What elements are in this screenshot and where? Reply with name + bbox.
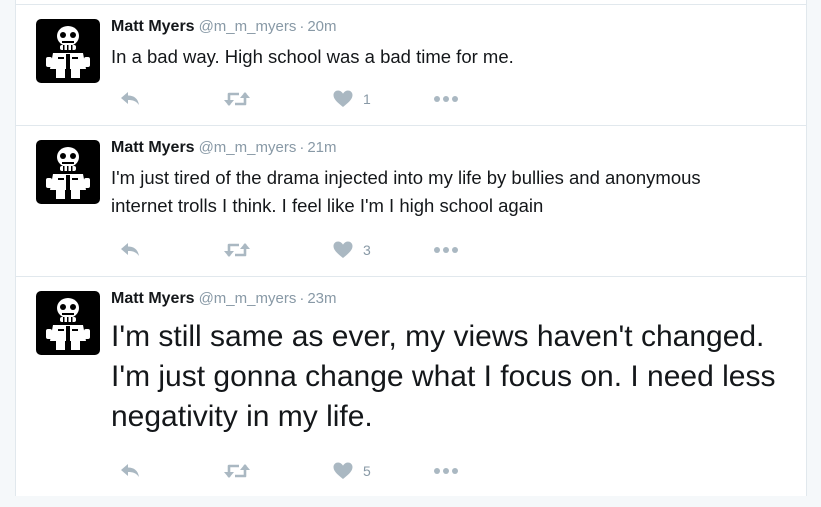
more-button[interactable] — [433, 238, 459, 262]
separator: · — [299, 139, 305, 156]
author-handle[interactable]: @m_m_myers — [199, 139, 297, 156]
tweet[interactable]: Matt Myers @m_m_myers · 20m In a bad way. H… — [16, 5, 806, 126]
tweet-header: Matt Myers @m_m_myers · 20m — [111, 17, 337, 37]
reply-icon — [121, 464, 139, 477]
timestamp[interactable]: 23m — [307, 290, 336, 307]
timeline: Matt Myers @m_m_myers · 20m In a bad way. H… — [15, 0, 807, 496]
tweet-text: I'm just tired of the drama injected int… — [111, 167, 701, 216]
like-button[interactable]: 3 — [333, 238, 371, 262]
retweet-button[interactable] — [223, 87, 251, 111]
tweet-header: Matt Myers @m_m_myers · 23m — [111, 289, 337, 309]
avatar[interactable] — [36, 19, 100, 83]
author-name[interactable]: Matt Myers — [111, 18, 195, 35]
retweet-button[interactable] — [223, 238, 251, 262]
avatar[interactable] — [36, 140, 100, 204]
tweet-header: Matt Myers @m_m_myers · 21m — [111, 138, 337, 158]
retweet-button[interactable] — [223, 459, 251, 483]
more-icon — [434, 96, 458, 102]
reply-button[interactable] — [119, 238, 141, 262]
tweet-text: I'm still same as ever, my views haven't… — [111, 320, 776, 433]
like-count: 5 — [363, 463, 371, 479]
avatar[interactable] — [36, 291, 100, 355]
timestamp[interactable]: 21m — [307, 139, 336, 156]
reply-icon — [121, 243, 139, 256]
like-count: 1 — [363, 91, 371, 107]
author-handle[interactable]: @m_m_myers — [199, 18, 297, 35]
retweet-icon — [224, 92, 250, 106]
reply-button[interactable] — [119, 87, 141, 111]
tweet-actions: 3 — [111, 238, 511, 262]
author-name[interactable]: Matt Myers — [111, 290, 195, 307]
tweet[interactable]: Matt Myers @m_m_myers · 21m I'm just tired … — [16, 126, 806, 277]
tweet-actions: 5 — [111, 459, 511, 483]
heart-icon — [333, 241, 353, 258]
reply-button[interactable] — [119, 459, 141, 483]
tweet-actions: 1 — [111, 87, 511, 111]
heart-icon — [333, 462, 353, 479]
heart-icon — [333, 90, 353, 107]
retweet-icon — [224, 243, 250, 257]
separator: · — [299, 290, 305, 307]
more-icon — [434, 247, 458, 253]
like-button[interactable]: 5 — [333, 459, 371, 483]
more-button[interactable] — [433, 459, 459, 483]
like-button[interactable]: 1 — [333, 87, 371, 111]
retweet-icon — [224, 464, 250, 478]
separator: · — [299, 18, 305, 35]
more-icon — [434, 468, 458, 474]
reply-icon — [121, 92, 139, 105]
author-name[interactable]: Matt Myers — [111, 139, 195, 156]
tweet-text: In a bad way. High school was a bad time… — [111, 46, 514, 67]
timestamp[interactable]: 20m — [307, 18, 336, 35]
author-handle[interactable]: @m_m_myers — [199, 290, 297, 307]
more-button[interactable] — [433, 87, 459, 111]
tweet[interactable]: Matt Myers @m_m_myers · 23m I'm still same … — [16, 277, 806, 507]
like-count: 3 — [363, 242, 371, 258]
